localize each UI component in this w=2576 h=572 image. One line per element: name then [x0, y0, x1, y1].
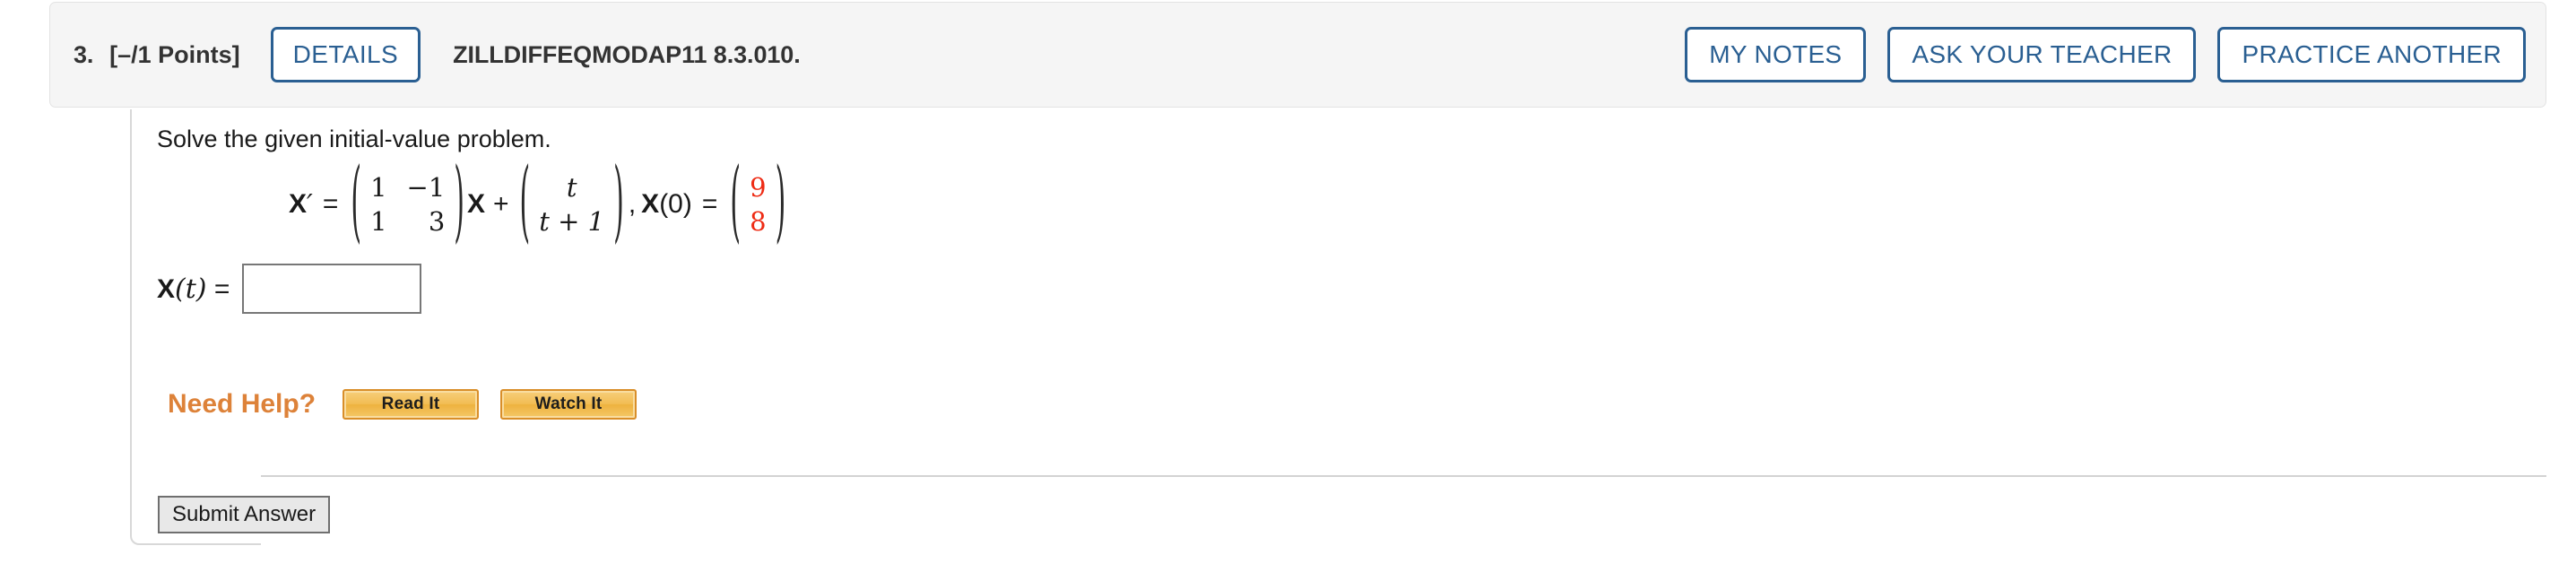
equation-comma: ,: [628, 189, 637, 219]
initial-vector-cells: 9 8: [742, 172, 774, 237]
left-paren-icon: (: [730, 151, 742, 256]
initial-condition-arg: (0): [659, 189, 692, 219]
answer-input[interactable]: [242, 264, 422, 314]
left-paren-icon: (: [351, 151, 362, 256]
matrix-cell: 1: [370, 172, 387, 203]
equation-plus: +: [493, 189, 509, 219]
submit-divider: [261, 475, 2546, 477]
answer-row: X(t) =: [157, 264, 422, 314]
question-header-band: 3. [–/1 Points] DETAILS ZILLDIFFEQMODAP1…: [49, 2, 2546, 108]
question-points: [–/1 Points]: [109, 40, 240, 68]
details-button-label: DETAILS: [292, 40, 399, 68]
need-help-row: Need Help? Read It Watch It: [168, 389, 637, 420]
question-body: Solve the given initial-value problem. X…: [130, 109, 2546, 477]
right-paren-icon: ): [775, 151, 786, 256]
read-it-label: Read It: [381, 394, 440, 413]
equation-lhs-x: X: [289, 189, 308, 219]
left-paren-icon: (: [519, 151, 531, 256]
question-number: 3.: [74, 40, 94, 68]
vector-cell: 9: [750, 172, 767, 203]
equation-equals: =: [322, 189, 339, 219]
vector-cell: 8: [750, 206, 767, 237]
question-prompt: Solve the given initial-value problem.: [157, 126, 551, 152]
answer-label-equals: =: [213, 273, 230, 304]
read-it-button[interactable]: Read It: [343, 389, 480, 420]
equation-vector-x: X: [467, 189, 486, 219]
ask-your-teacher-button[interactable]: ASK YOUR TEACHER: [1887, 27, 2197, 82]
coefficient-matrix-cells: 1 −1 1 3: [362, 172, 453, 237]
answer-label-t: (t): [175, 273, 207, 305]
initial-condition-x: X: [641, 189, 660, 219]
right-paren-icon: ): [613, 151, 624, 256]
vector-cell: t: [566, 172, 577, 203]
question-panel: 3. [–/1 Points] DETAILS ZILLDIFFEQMODAP1…: [0, 0, 2576, 572]
question-header-actions: MY NOTES ASK YOUR TEACHER PRACTICE ANOTH…: [1685, 3, 2526, 107]
submit-answer-label: Submit Answer: [172, 502, 317, 526]
watch-it-button[interactable]: Watch It: [500, 389, 637, 420]
answer-label-x: X: [157, 273, 176, 304]
need-help-label: Need Help?: [168, 389, 317, 419]
my-notes-label: MY NOTES: [1709, 40, 1843, 68]
answer-label: X(t) =: [157, 273, 230, 305]
matrix-cell: −1: [406, 172, 446, 203]
ask-your-teacher-label: ASK YOUR TEACHER: [1912, 40, 2173, 68]
equation: X ′ = ( 1 −1 1 3 ) X + ( t t + 1) , X (…: [289, 159, 788, 247]
my-notes-button[interactable]: MY NOTES: [1685, 27, 1867, 82]
practice-another-label: PRACTICE ANOTHER: [2242, 40, 2502, 68]
question-code: ZILLDIFFEQMODAP11 8.3.010.: [453, 40, 801, 68]
forcing-vector-cells: t t + 1: [531, 172, 612, 237]
practice-another-button[interactable]: PRACTICE ANOTHER: [2217, 27, 2526, 82]
submit-answer-button[interactable]: Submit Answer: [158, 496, 331, 533]
right-paren-icon: ): [454, 151, 464, 256]
matrix-cell: 1: [370, 206, 387, 237]
initial-condition-equals: =: [701, 189, 718, 219]
coefficient-matrix: ( 1 −1 1 3 ): [350, 159, 465, 247]
watch-it-label: Watch It: [534, 394, 603, 413]
forcing-vector: ( t t + 1 ): [519, 159, 625, 247]
question-header-left: 3. [–/1 Points] DETAILS ZILLDIFFEQMODAP1…: [74, 3, 801, 107]
vector-cell: t + 1: [539, 206, 605, 237]
equation-prime: ′: [307, 188, 313, 221]
details-button[interactable]: DETAILS: [270, 27, 421, 82]
initial-vector: ( 9 8 ): [729, 159, 786, 247]
matrix-cell: 3: [428, 206, 446, 237]
